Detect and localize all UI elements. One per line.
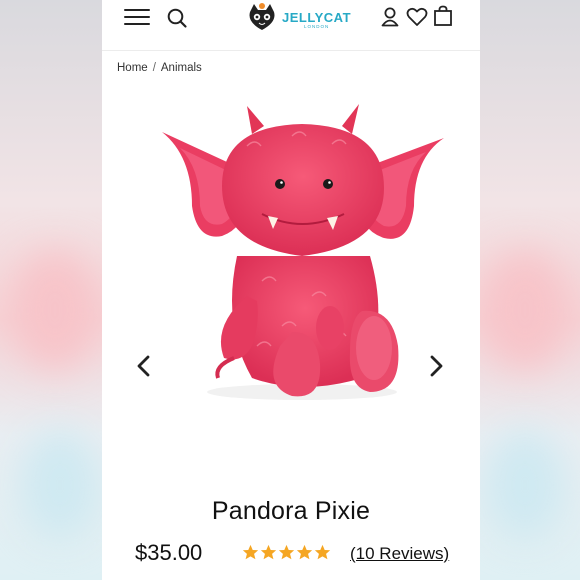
blurred-backdrop-right [480, 0, 580, 580]
search-icon[interactable] [166, 7, 188, 29]
shopping-bag-icon[interactable] [433, 5, 453, 27]
star-icon [314, 544, 331, 560]
breadcrumb: Home / Animals [117, 62, 202, 74]
product-title: Pandora Pixie [211, 497, 371, 525]
star-icon [242, 544, 259, 560]
pink-monster-plush-image[interactable] [152, 96, 452, 406]
blur-blob [485, 430, 565, 540]
blur-blob [20, 430, 100, 540]
star-icon [296, 544, 313, 560]
chevron-right-icon[interactable] [426, 354, 446, 378]
star-rating [242, 544, 331, 561]
blur-blob [480, 250, 570, 370]
breadcrumb-animals[interactable]: Animals [161, 62, 202, 74]
product-page: JELLYCAT LONDON Home / Animals Pandora P… [102, 0, 480, 580]
blurred-backdrop-left [0, 0, 102, 580]
logo-text: JELLYCAT [282, 9, 352, 25]
reviews-link[interactable]: (10 Reviews) [350, 544, 449, 564]
blur-blob [10, 250, 100, 370]
heart-icon[interactable] [406, 7, 428, 27]
brand-logo[interactable]: JELLYCAT LONDON [244, 2, 351, 32]
product-price: $35.00 [135, 540, 203, 565]
chevron-left-icon[interactable] [134, 354, 154, 378]
cat-logo-icon [249, 3, 275, 30]
user-icon[interactable] [380, 6, 400, 28]
logo-subtext: LONDON [304, 24, 330, 29]
star-icon [260, 544, 277, 560]
star-icon [278, 544, 295, 560]
site-header: JELLYCAT LONDON [102, 0, 480, 51]
hamburger-icon[interactable] [124, 7, 150, 27]
breadcrumb-home[interactable]: Home [117, 62, 148, 74]
breadcrumb-separator: / [152, 62, 156, 74]
